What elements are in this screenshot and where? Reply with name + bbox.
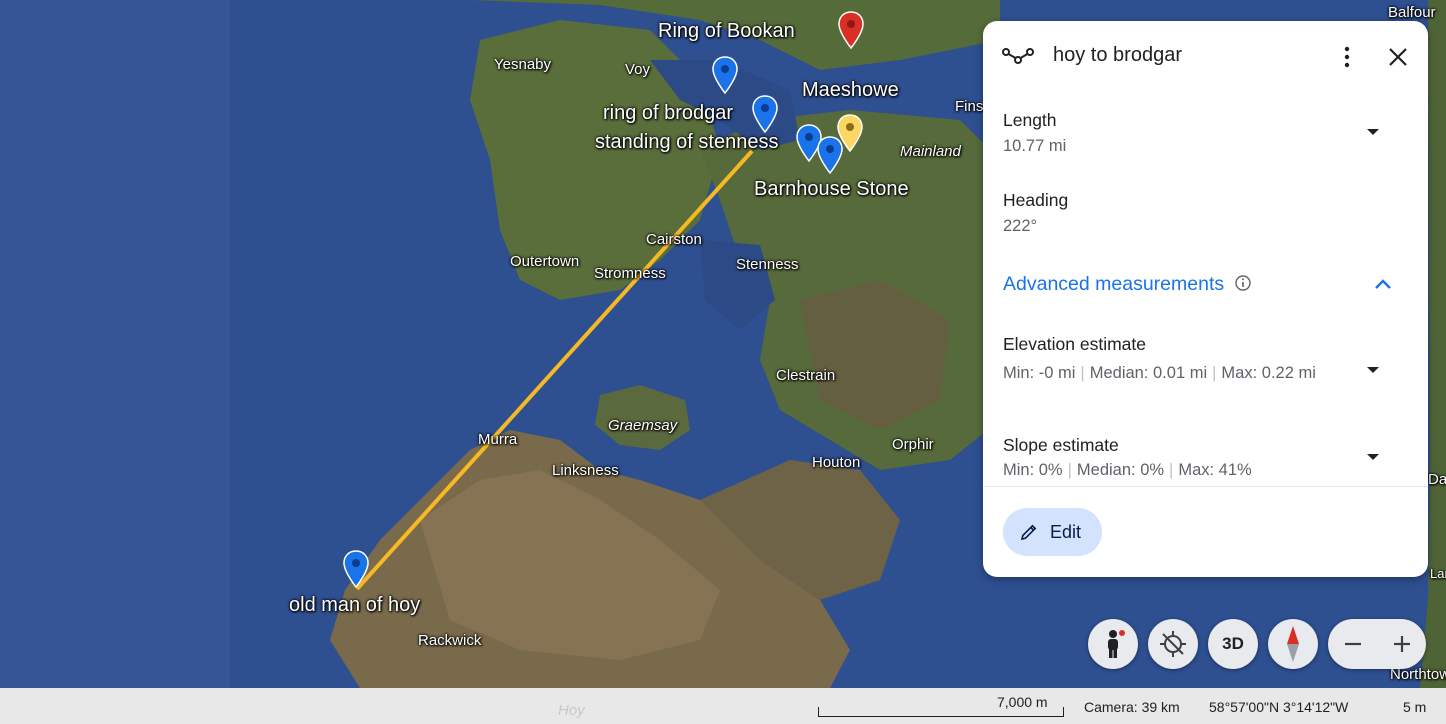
ground-elevation: 5 m (1403, 699, 1427, 715)
heading-row: Heading 222° (1003, 190, 1068, 238)
elevation-median: Median: 0.01 mi (1089, 364, 1208, 382)
slope-expand-icon[interactable] (1367, 454, 1379, 460)
advanced-measurements-toggle[interactable]: Advanced measurements (1003, 273, 1252, 296)
location-button[interactable] (1148, 619, 1198, 669)
label-lamb: Lamb (1430, 566, 1446, 581)
slope-values: Min: 0% | Median: 0% | Max: 41% (1003, 461, 1252, 479)
label-balfour: Balfour (1388, 4, 1436, 21)
label-ring-of-brodgar: ring of brodgar (603, 102, 734, 124)
scale-label: 7,000 m (997, 694, 1048, 710)
close-icon[interactable] (1386, 45, 1410, 69)
toggle-3d-button[interactable]: 3D (1208, 619, 1258, 669)
elevation-min: Min: -0 mi (1003, 364, 1076, 382)
slope-max: Max: 41% (1178, 461, 1252, 479)
label-orphir: Orphir (892, 436, 934, 453)
elevation-max: Max: 0.22 mi (1221, 364, 1316, 382)
camera-altitude: Camera: 39 km (1084, 699, 1180, 715)
status-bar: Hoy 7,000 m Camera: 39 km 58°57'00"N 3°1… (0, 688, 1446, 724)
label-barnhouse-stone: Barnhouse Stone (754, 178, 909, 200)
label-old-man-of-hoy: old man of hoy (289, 594, 421, 616)
elevation-row[interactable]: Elevation estimate Min: -0 mi | Median: 0.… (1003, 334, 1343, 385)
measurement-panel: hoy to brodgar Length 10.77 mi Heading 2… (983, 21, 1428, 577)
blue-pin-icon[interactable] (751, 95, 779, 133)
label-linksness: Linksness (552, 462, 619, 479)
path-measure-icon (1002, 48, 1034, 64)
plus-icon (1394, 636, 1410, 652)
elevation-expand-icon[interactable] (1367, 367, 1379, 373)
location-off-icon (1160, 631, 1186, 657)
advanced-measurements-label: Advanced measurements (1003, 273, 1225, 295)
pencil-icon (1020, 524, 1037, 541)
length-value: 10.77 mi (1003, 137, 1067, 155)
blue-pin-icon[interactable] (342, 550, 370, 588)
label-cairston: Cairston (646, 231, 702, 248)
blue-pin-icon[interactable] (816, 136, 844, 174)
length-label: Length (1003, 110, 1057, 130)
length-expand-icon[interactable] (1367, 129, 1379, 135)
zoom-in-button[interactable] (1377, 619, 1426, 669)
label-standing-of-stenness: standing of stenness (595, 131, 779, 153)
edit-label: Edit (1050, 522, 1082, 542)
label-yesnaby: Yesnaby (494, 56, 551, 73)
blue-pin-icon[interactable] (711, 56, 739, 94)
length-row[interactable]: Length 10.77 mi (1003, 110, 1066, 158)
label-maeshowe: Maeshowe (802, 79, 899, 101)
elevation-values: Min: -0 mi | Median: 0.01 mi | Max: 0.22 mi (1003, 364, 1316, 382)
zoom-out-button[interactable] (1328, 619, 1377, 669)
edit-button[interactable]: Edit (1003, 508, 1102, 556)
zoom-control (1328, 619, 1426, 669)
toggle-3d-label: 3D (1222, 634, 1244, 653)
slope-label: Slope estimate (1003, 435, 1119, 455)
elevation-label: Elevation estimate (1003, 334, 1146, 354)
slope-row[interactable]: Slope estimate Min: 0% | Median: 0% | Max: 4… (1003, 435, 1343, 482)
label-finstown: Fins (955, 98, 984, 115)
slope-min: Min: 0% (1003, 461, 1063, 479)
info-icon[interactable] (1234, 274, 1252, 292)
label-hoy: Hoy (558, 702, 585, 719)
more-options-icon[interactable] (1335, 45, 1359, 69)
label-voy: Voy (625, 61, 651, 78)
label-stenness: Stenness (736, 256, 799, 273)
label-northtown: Northtow (1390, 666, 1446, 683)
label-houton: Houton (812, 454, 861, 471)
chevron-up-icon[interactable] (1373, 277, 1393, 291)
heading-label: Heading (1003, 190, 1069, 210)
cursor-coordinates: 58°57'00"N 3°14'12"W (1209, 699, 1349, 715)
compass-icon (1287, 626, 1299, 662)
label-ring-of-bookan: Ring of Bookan (658, 20, 795, 42)
label-murra: Murra (478, 431, 518, 448)
label-clestrain: Clestrain (776, 367, 836, 384)
panel-header: hoy to brodgar (983, 21, 1428, 91)
label-outertown: Outertown (510, 253, 580, 270)
panel-title: hoy to brodgar (1053, 44, 1182, 66)
heading-value: 222° (1003, 217, 1038, 235)
slope-median: Median: 0% (1076, 461, 1165, 479)
red-pin-icon[interactable] (837, 11, 865, 49)
label-mainland: Mainland (900, 143, 961, 160)
label-rackwick: Rackwick (418, 632, 482, 649)
label-da: Da (1428, 471, 1446, 488)
label-graemsay: Graemsay (608, 417, 678, 434)
minus-icon (1345, 642, 1361, 646)
label-stromness: Stromness (594, 265, 666, 282)
panel-divider (983, 486, 1428, 487)
pegman-button[interactable] (1088, 619, 1138, 669)
pegman-icon (1108, 630, 1125, 658)
compass-button[interactable] (1268, 619, 1318, 669)
